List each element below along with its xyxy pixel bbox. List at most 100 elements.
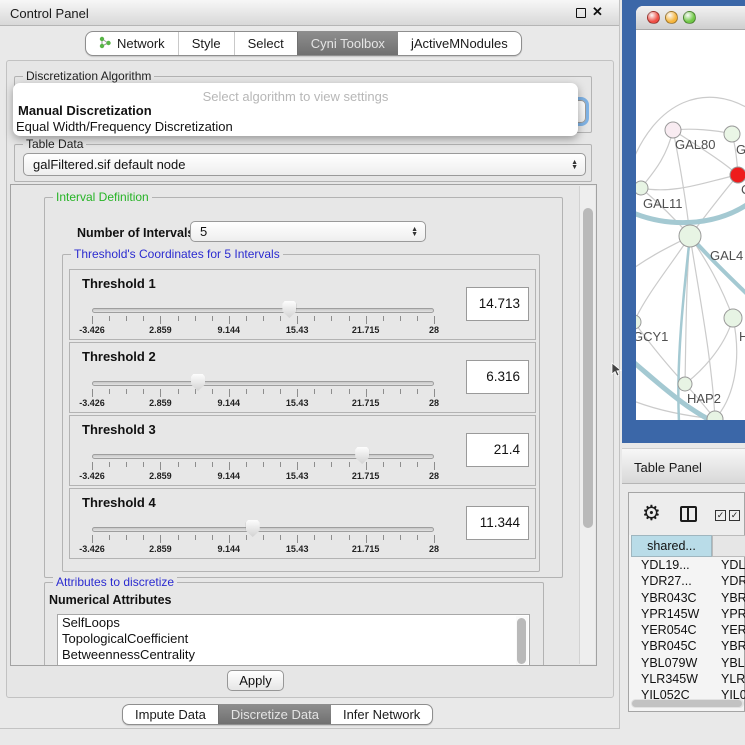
network-node[interactable] <box>665 122 681 138</box>
checkbox-icon[interactable]: ✓ <box>715 510 726 521</box>
control-panel-window: Control Panel ✕ Network Style Select Cyn… <box>0 0 620 729</box>
table-row[interactable]: YBR043C YBR0 <box>629 591 745 607</box>
slider-track[interactable] <box>92 381 434 386</box>
tab-infer-network[interactable]: Infer Network <box>331 705 432 724</box>
list-scrollbar-thumb[interactable] <box>517 618 526 664</box>
column-header-name[interactable]: na <box>712 535 745 557</box>
network-node[interactable] <box>678 377 692 391</box>
algorithm-option-manual[interactable]: Manual Discretization <box>18 103 152 118</box>
close-icon[interactable]: ✕ <box>592 4 603 20</box>
table-row[interactable]: YBR045C YBR0 <box>629 639 745 655</box>
cell-name[interactable]: YBR0 <box>721 639 745 653</box>
screen: Control Panel ✕ Network Style Select Cyn… <box>0 0 745 745</box>
table-row[interactable]: YLR345W YLR3 <box>629 672 745 688</box>
settings-scrollpane: Interval Definition Number of Intervals … <box>10 184 597 666</box>
float-window-icon[interactable] <box>576 8 586 18</box>
algorithm-option-equal-width[interactable]: Equal Width/Frequency Discretization <box>16 119 233 134</box>
control-panel-titlebar: Control Panel ✕ <box>0 0 619 26</box>
cell-shared-name[interactable]: YBR043C <box>641 591 697 605</box>
cell-shared-name[interactable]: YDR27... <box>641 574 692 588</box>
list-item[interactable]: SelfLoops <box>58 615 529 631</box>
cell-name[interactable]: YDL1 <box>721 558 745 572</box>
attributes-title: Attributes to discretize <box>53 575 177 589</box>
table-row[interactable]: YBL079W YBL0 <box>629 656 745 672</box>
apply-button[interactable]: Apply <box>227 670 284 691</box>
cell-shared-name[interactable]: YLR345W <box>641 672 698 686</box>
stepper-icon: ▲▼ <box>571 154 578 175</box>
cell-name[interactable]: YER0 <box>721 623 745 637</box>
slider-track[interactable] <box>92 308 434 313</box>
discretization-algorithm-title: Discretization Algorithm <box>23 69 154 83</box>
table-row[interactable]: YPR145W YPR1 <box>629 607 745 623</box>
cell-name[interactable]: YLR3 <box>721 672 745 686</box>
thresholds-group: Threshold's Coordinates for 5 Intervals … <box>62 254 540 572</box>
slider-tick-labels: -3.4262.8599.14415.4321.71528 <box>92 398 434 409</box>
numerical-attributes-label: Numerical Attributes <box>49 593 171 607</box>
tab-jactivemnodules[interactable]: jActiveMNodules <box>398 32 521 55</box>
tab-network-label: Network <box>117 36 165 51</box>
table-row[interactable]: YER054C YER0 <box>629 623 745 639</box>
cell-shared-name[interactable]: YPR145W <box>641 607 699 621</box>
network-node[interactable] <box>724 309 742 327</box>
threshold-value-field[interactable]: 11.344 <box>466 506 529 540</box>
tab-impute-data[interactable]: Impute Data <box>123 705 218 724</box>
tab-discretize-data[interactable]: Discretize Data <box>218 705 331 724</box>
network-node[interactable] <box>636 181 648 195</box>
tab-select[interactable]: Select <box>234 32 297 55</box>
network-node-label: GA <box>736 142 745 157</box>
tab-style[interactable]: Style <box>178 32 234 55</box>
network-node[interactable] <box>636 315 641 329</box>
cell-name[interactable]: YPR1 <box>721 607 745 621</box>
close-traffic-light-icon[interactable] <box>647 11 660 24</box>
table-toolbar: ⚙ ✓ ✓ <box>629 493 744 535</box>
cell-shared-name[interactable]: YDL19... <box>641 558 690 572</box>
tab-network[interactable]: Network <box>86 32 178 55</box>
network-window[interactable]: GAL80GACGAL11GAL4HGCY1HAP2 <box>622 0 745 443</box>
cell-name[interactable]: YBL0 <box>721 656 745 670</box>
interval-definition-title: Interval Definition <box>53 190 152 204</box>
table-data-combo[interactable]: galFiltered.sif default node ▲▼ <box>23 153 586 176</box>
cell-shared-name[interactable]: YBL079W <box>641 656 697 670</box>
cell-shared-name[interactable]: YBR045C <box>641 639 697 653</box>
attributes-group: Attributes to discretize Numerical Attri… <box>44 582 544 666</box>
network-window-titlebar[interactable] <box>636 6 745 30</box>
list-item[interactable]: TopologicalCoefficient <box>58 631 529 647</box>
threshold-value-field[interactable]: 14.713 <box>466 287 529 321</box>
columns-icon[interactable] <box>680 506 697 522</box>
tab-cyni-toolbox[interactable]: Cyni Toolbox <box>297 32 398 55</box>
number-of-intervals-combo[interactable]: 5 ▲▼ <box>190 221 426 242</box>
table-hscrollbar-thumb[interactable] <box>632 700 742 707</box>
thresholds-title: Threshold's Coordinates for 5 Intervals <box>71 247 283 261</box>
cell-shared-name[interactable]: YER054C <box>641 623 697 637</box>
list-item[interactable]: BetweennessCentrality <box>58 647 529 663</box>
slider-ticks <box>92 389 434 398</box>
slider-track[interactable] <box>92 454 434 459</box>
minimize-traffic-light-icon[interactable] <box>665 11 678 24</box>
main-scrollbar[interactable] <box>579 186 595 664</box>
table-row[interactable]: YDR27... YDR2 <box>629 574 745 590</box>
bottom-tab-bar: Impute Data Discretize Data Infer Networ… <box>122 704 433 725</box>
main-scrollbar-thumb[interactable] <box>583 208 593 528</box>
threshold-value-field[interactable]: 21.4 <box>466 433 529 467</box>
cell-name[interactable]: YBR0 <box>721 591 745 605</box>
slider-ticks <box>92 316 434 325</box>
threshold-value-field[interactable]: 6.316 <box>466 360 529 394</box>
cell-name[interactable]: YDR2 <box>721 574 745 588</box>
network-node[interactable] <box>679 225 701 247</box>
table-header-row: shared... na <box>629 535 745 557</box>
table-hscrollbar[interactable] <box>631 699 744 708</box>
slider-track[interactable] <box>92 527 434 532</box>
checkbox-icon[interactable]: ✓ <box>729 510 740 521</box>
threshold-row: Threshold 4 -3.4262.8599.14415.4321.7152… <box>69 488 536 559</box>
gear-icon[interactable]: ⚙ <box>642 501 661 526</box>
numerical-attributes-list[interactable]: SelfLoopsTopologicalCoefficientBetweenne… <box>57 614 530 666</box>
zoom-traffic-light-icon[interactable] <box>683 11 696 24</box>
network-node-label: HAP2 <box>687 391 721 406</box>
list-scrollbar[interactable] <box>516 616 528 666</box>
table-row[interactable]: YDL19... YDL1 <box>629 558 745 574</box>
network-node[interactable] <box>730 167 745 183</box>
network-node[interactable] <box>724 126 740 142</box>
column-header-shared-name[interactable]: shared... <box>631 535 712 557</box>
network-canvas[interactable]: GAL80GACGAL11GAL4HGCY1HAP2 <box>636 30 745 420</box>
threshold-row: Threshold 1 -3.4262.8599.14415.4321.7152… <box>69 269 536 340</box>
